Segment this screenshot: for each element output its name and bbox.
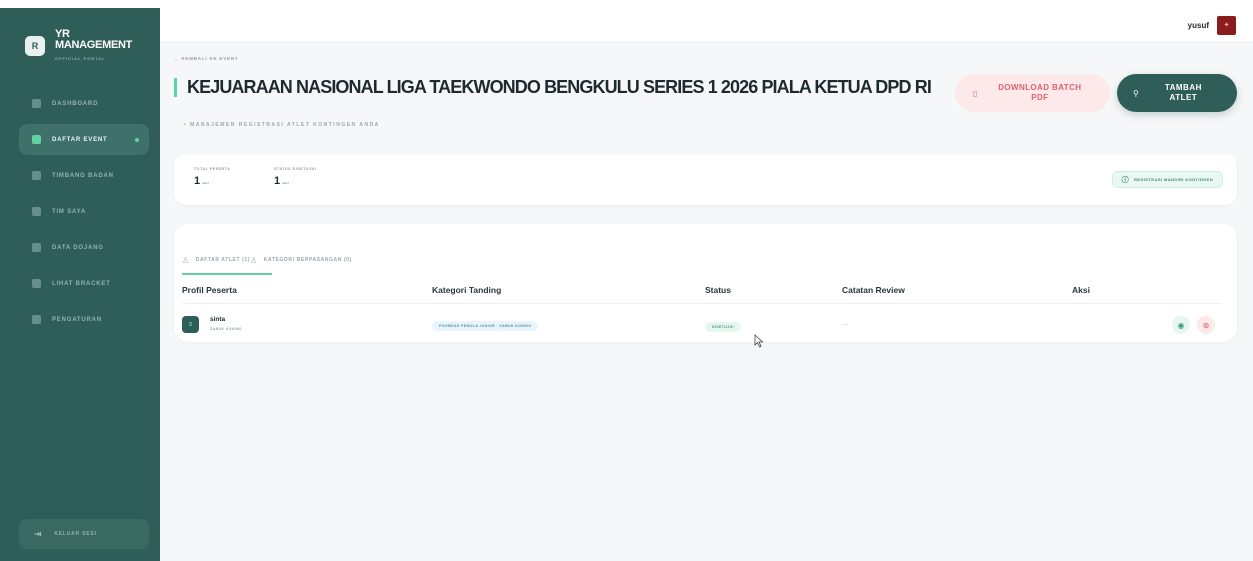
- column-header: Aksi: [1072, 285, 1090, 295]
- sidebar-item-label: LIHAT BRACKET: [52, 280, 111, 287]
- column-header: Catatan Review: [842, 285, 905, 295]
- sidebar-item-tim-saya[interactable]: TIM SAYA: [19, 196, 149, 227]
- status-badge: DISETUJUI: [705, 322, 741, 332]
- users-icon: ♙: [250, 255, 258, 265]
- view-button[interactable]: ◉: [1172, 316, 1190, 334]
- self-registration-badge[interactable]: ⓘ REGISTRASI MANDIRI KONTINGEN: [1111, 171, 1223, 188]
- username: yusuf: [1187, 20, 1209, 30]
- eye-icon: ◉: [1177, 320, 1185, 330]
- add-athlete-button[interactable]: ⚲ TAMBAH ATLET: [1117, 74, 1237, 112]
- sidebar-item-timbang-badan[interactable]: TIMBANG BADAN: [19, 160, 149, 191]
- column-header: Status: [705, 285, 731, 295]
- calendar-icon: [32, 135, 41, 144]
- brand-name-line1: YR: [55, 27, 70, 40]
- brand-tagline: OFFICIAL PORTAL: [55, 55, 106, 61]
- user-avatar-icon: ✦: [1223, 22, 1230, 29]
- sidebar-item-label: DAFTAR EVENT: [52, 136, 108, 143]
- info-circle-icon: ⓘ: [1121, 176, 1130, 184]
- sidebar-item-daftar-event[interactable]: DAFTAR EVENT: [19, 124, 149, 155]
- home-icon: [32, 99, 41, 108]
- building-icon: [32, 243, 41, 252]
- sidebar-item-label: TIMBANG BADAN: [52, 172, 114, 179]
- category-badge: POOMSAE PEMULA JUNIOR · SABUK KUNING: [432, 321, 539, 331]
- table-header: Profil Peserta Kategori Tanding Status C…: [182, 282, 1222, 304]
- mouse-cursor-icon: [754, 334, 764, 348]
- users-icon: [32, 207, 41, 216]
- tab-bar: ♙ DAFTAR ATLET (1) ♙ KATEGORI BERPASANGAN …: [182, 249, 352, 275]
- column-header: Profil Peserta: [182, 285, 237, 295]
- bracket-icon: [32, 279, 41, 288]
- sidebar-item-label: DASHBOARD: [52, 100, 99, 107]
- stats-card: TOTAL PESERTA 1 Atlet STATUS DISETUJUI 1A…: [174, 154, 1237, 205]
- tab-kategori-berpasangan[interactable]: ♙ KATEGORI BERPASANGAN (0): [250, 249, 352, 271]
- sidebar-item-label: PENGATURAN: [52, 316, 102, 323]
- logout-button[interactable]: ⇥ KELUAR SESI: [19, 519, 149, 549]
- brand-name-line2: MANAGEMENT: [55, 38, 133, 51]
- add-button-label: TAMBAH ATLET: [1164, 83, 1202, 102]
- athlete-belt: SABUK KUNING: [210, 327, 243, 331]
- file-pdf-icon: ▯: [973, 88, 978, 98]
- column-header: Kategori Tanding: [432, 285, 502, 295]
- brand: R YR MANAGEMENT OFFICIAL PORTAL: [0, 8, 160, 66]
- sidebar-item-pengaturan[interactable]: PENGATURAN: [19, 304, 149, 335]
- tab-daftar-atlet[interactable]: ♙ DAFTAR ATLET (1): [182, 249, 273, 275]
- trash-icon: ⊗: [1202, 320, 1210, 330]
- download-batch-pdf-button[interactable]: ▯ DOWNLOAD BATCH PDF: [955, 74, 1110, 112]
- download-button-label: DOWNLOAD BATCH PDF: [998, 83, 1082, 102]
- sidebar-item-data-dojang[interactable]: DATA DOJANG: [19, 232, 149, 263]
- active-indicator-icon: [135, 137, 139, 142]
- back-to-event-link[interactable]: ← KEMBALI KE EVENT: [174, 56, 238, 61]
- brand-logo: R: [25, 36, 45, 56]
- stat-approved: STATUS DISETUJUI 1 Atlet: [274, 167, 317, 187]
- page-subtitle: • MANAJEMEN REGISTRASI ATLET KONTINGEN A…: [184, 122, 380, 128]
- athletes-table-card: ♙ DAFTAR ATLET (1) ♙ KATEGORI BERPASANGAN …: [174, 224, 1237, 342]
- logout-icon: ⇥: [34, 528, 43, 539]
- avatar[interactable]: ✦: [1217, 15, 1236, 35]
- stat-approved-value: 1: [274, 175, 281, 187]
- table-row: S sinta SABUK KUNING POOMSAE PEMULA JUNI…: [182, 312, 1222, 338]
- logout-label: KELUAR SESI: [54, 531, 97, 537]
- athlete-name: sinta: [210, 316, 226, 323]
- review-note: —: [842, 322, 848, 328]
- scale-icon: [32, 171, 41, 180]
- page-title: KEJUARAAN NASIONAL LIGA TAEKWONDO BENGKU…: [187, 77, 932, 97]
- sidebar-item-dashboard[interactable]: DASHBOARD: [19, 88, 149, 119]
- page-title-block: KEJUARAAN NASIONAL LIGA TAEKWONDO BENGKU…: [174, 78, 944, 97]
- topbar: yusuf ✦: [160, 8, 1253, 43]
- sidebar-nav: DASHBOARD DAFTAR EVENT TIMBANG BADAN TIM…: [19, 88, 149, 340]
- stat-total-participants: TOTAL PESERTA 1 Atlet: [194, 167, 231, 187]
- main-content: yusuf ✦ ← KEMBALI KE EVENT KEJUARAAN NAS…: [160, 8, 1253, 561]
- stat-total-value: 1: [194, 175, 201, 187]
- sidebar-item-label: TIM SAYA: [52, 208, 86, 215]
- sidebar: R YR MANAGEMENT OFFICIAL PORTAL DASHBOAR…: [0, 8, 160, 561]
- gear-icon: [32, 315, 41, 324]
- sidebar-item-lihat-bracket[interactable]: LIHAT BRACKET: [19, 268, 149, 299]
- athlete-avatar: S: [182, 316, 199, 333]
- user-plus-icon: ⚲: [1133, 88, 1140, 98]
- user-icon: ♙: [182, 255, 190, 265]
- delete-button[interactable]: ⊗: [1197, 316, 1215, 334]
- sidebar-item-label: DATA DOJANG: [52, 244, 104, 251]
